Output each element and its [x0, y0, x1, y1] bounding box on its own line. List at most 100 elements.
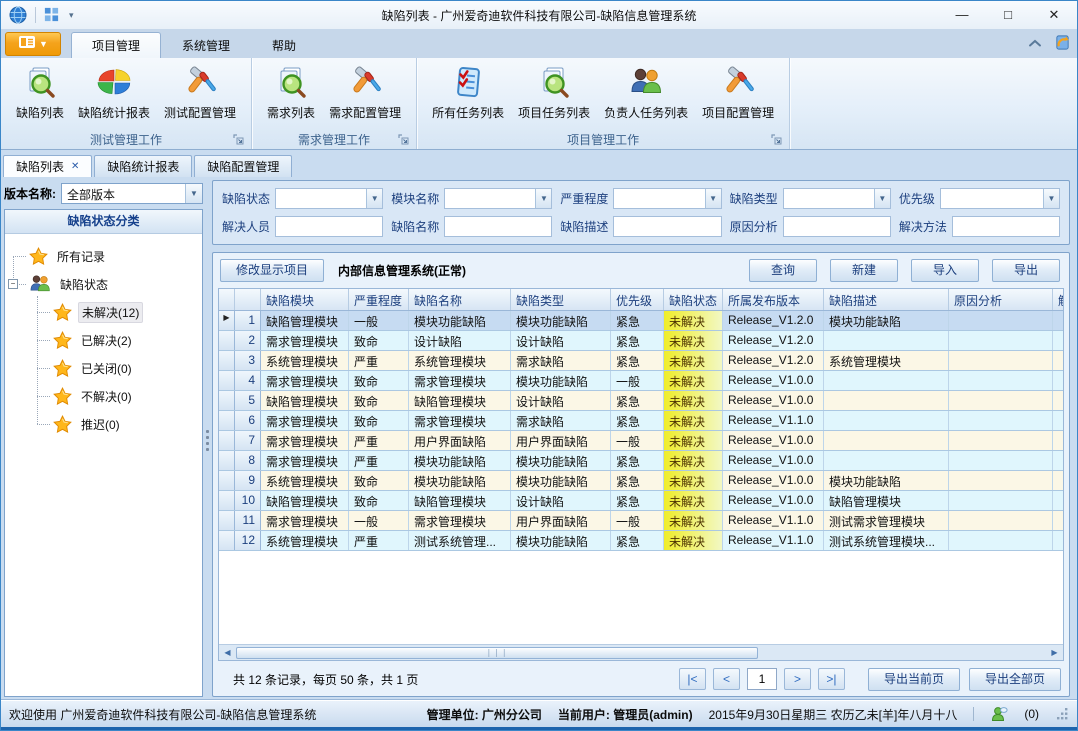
export-all-pages-button[interactable]: 导出全部页: [969, 668, 1061, 691]
dialog-launcher-icon[interactable]: [233, 134, 244, 145]
defect-status-filter-input[interactable]: [276, 189, 366, 208]
table-row[interactable]: 12系统管理模块严重测试系统管理...模块功能缺陷紧急未解决Release_V1…: [219, 531, 1063, 551]
tree-item-未解决(12)[interactable]: 未解决(12): [5, 298, 202, 326]
close-button[interactable]: ✕: [1031, 1, 1077, 29]
horizontal-scrollbar[interactable]: ◀ ❘❘❘ ▶: [219, 644, 1063, 660]
defect-name-filter[interactable]: [444, 216, 552, 237]
ribbon-button-需求列表[interactable]: 需求列表: [260, 63, 322, 123]
table-row[interactable]: 11需求管理模块一般需求管理模块用户界面缺陷一般未解决Release_V1.1.…: [219, 511, 1063, 531]
solution-filter[interactable]: [952, 216, 1060, 237]
solution-filter-input[interactable]: [953, 217, 1059, 236]
grid-column-header-缺陷状态[interactable]: 缺陷状态: [664, 289, 723, 310]
table-row[interactable]: 10缺陷管理模块致命缺陷管理模块设计缺陷紧急未解决Release_V1.0.0缺…: [219, 491, 1063, 511]
tree-item-不解决(0)[interactable]: 不解决(0): [5, 382, 202, 410]
chevron-down-icon[interactable]: ▼: [874, 189, 890, 208]
grid-column-header-严重程度[interactable]: 严重程度: [349, 289, 409, 310]
menu-tab-项目管理[interactable]: 项目管理: [71, 32, 161, 58]
grid-column-header-缺陷描述[interactable]: 缺陷描述: [824, 289, 949, 310]
defect-name-filter-input[interactable]: [445, 217, 551, 236]
ribbon-button-项目任务列表[interactable]: 项目任务列表: [511, 63, 597, 123]
doc-tab-缺陷配置管理[interactable]: 缺陷配置管理: [194, 155, 292, 177]
table-row[interactable]: 3系统管理模块严重系统管理模块需求缺陷紧急未解决Release_V1.2.0系统…: [219, 351, 1063, 371]
ribbon-button-缺陷统计报表[interactable]: 缺陷统计报表: [71, 63, 157, 123]
modify-columns-button[interactable]: 修改显示项目: [220, 259, 324, 282]
version-select[interactable]: 全部版本 ▼: [61, 183, 203, 204]
application-menu-button[interactable]: ▼: [5, 32, 61, 56]
chevron-down-icon[interactable]: ▼: [185, 184, 202, 203]
resize-grip[interactable]: [1057, 708, 1069, 720]
doc-tab-缺陷统计报表[interactable]: 缺陷统计报表: [94, 155, 192, 177]
chevron-down-icon[interactable]: ▼: [535, 189, 551, 208]
minimize-button[interactable]: —: [939, 1, 985, 29]
splitter-handle[interactable]: [203, 180, 212, 700]
tree-item-所有记录[interactable]: 所有记录: [5, 242, 202, 270]
table-row[interactable]: 8需求管理模块严重模块功能缺陷模块功能缺陷紧急未解决Release_V1.0.0: [219, 451, 1063, 471]
menu-tab-系统管理[interactable]: 系统管理: [161, 32, 251, 58]
severity-filter-input[interactable]: [614, 189, 704, 208]
table-row[interactable]: 7需求管理模块严重用户界面缺陷用户界面缺陷一般未解决Release_V1.0.0: [219, 431, 1063, 451]
table-row[interactable]: 5缺陷管理模块致命缺陷管理模块设计缺陷紧急未解决Release_V1.0.0: [219, 391, 1063, 411]
ribbon-button-所有任务列表[interactable]: 所有任务列表: [425, 63, 511, 123]
page-number-input[interactable]: [747, 668, 777, 690]
table-row[interactable]: 4需求管理模块致命需求管理模块模块功能缺陷一般未解决Release_V1.0.0: [219, 371, 1063, 391]
menu-tab-帮助[interactable]: 帮助: [251, 32, 317, 58]
layout-grid-icon[interactable]: [43, 6, 61, 24]
search-button[interactable]: 查询: [749, 259, 817, 282]
tree-expander-icon[interactable]: −: [8, 279, 18, 289]
prev-page-button[interactable]: <: [713, 668, 740, 690]
table-row[interactable]: 9系统管理模块致命模块功能缺陷模块功能缺陷紧急未解决Release_V1.0.0…: [219, 471, 1063, 491]
table-row[interactable]: 6需求管理模块致命需求管理模块需求缺陷紧急未解决Release_V1.1.0: [219, 411, 1063, 431]
dialog-launcher-icon[interactable]: [771, 134, 782, 145]
scrollbar-thumb[interactable]: ❘❘❘: [236, 647, 758, 659]
priority-filter[interactable]: ▼: [940, 188, 1060, 209]
module-name-filter[interactable]: ▼: [444, 188, 552, 209]
defect-desc-filter[interactable]: [613, 216, 721, 237]
chevron-down-icon[interactable]: ▼: [1043, 189, 1059, 208]
scroll-right-icon[interactable]: ▶: [1047, 648, 1062, 657]
cause-analysis-filter[interactable]: [783, 216, 891, 237]
tree-item-推迟(0)[interactable]: 推迟(0): [5, 410, 202, 438]
help-icon[interactable]: [1054, 34, 1071, 54]
ribbon-button-项目配置管理[interactable]: 项目配置管理: [695, 63, 781, 123]
module-name-filter-input[interactable]: [445, 189, 535, 208]
grid-column-header-缺陷类型[interactable]: 缺陷类型: [511, 289, 611, 310]
grid-column-header-优先级[interactable]: 优先级: [611, 289, 664, 310]
ribbon-button-负责人任务列表[interactable]: 负责人任务列表: [597, 63, 695, 123]
grid-column-header-缺陷模块[interactable]: 缺陷模块: [261, 289, 349, 310]
quick-access-caret-icon[interactable]: ▾: [69, 10, 74, 21]
defect-status-filter[interactable]: ▼: [275, 188, 383, 209]
maximize-button[interactable]: □: [985, 1, 1031, 29]
export-current-page-button[interactable]: 导出当前页: [868, 668, 960, 691]
close-tab-icon[interactable]: ✕: [71, 157, 79, 177]
chevron-down-icon[interactable]: ▼: [366, 189, 382, 208]
scroll-left-icon[interactable]: ◀: [220, 648, 235, 657]
severity-filter[interactable]: ▼: [613, 188, 721, 209]
defect-type-filter-input[interactable]: [784, 189, 874, 208]
priority-filter-input[interactable]: [941, 189, 1043, 208]
tree-item-缺陷状态[interactable]: −缺陷状态: [5, 270, 202, 298]
chevron-down-icon[interactable]: ▼: [705, 189, 721, 208]
table-row[interactable]: ▶1缺陷管理模块一般模块功能缺陷模块功能缺陷紧急未解决Release_V1.2.…: [219, 311, 1063, 331]
resolver-filter-input[interactable]: [276, 217, 382, 236]
resolver-filter[interactable]: [275, 216, 383, 237]
table-row[interactable]: 2需求管理模块致命设计缺陷设计缺陷紧急未解决Release_V1.2.0: [219, 331, 1063, 351]
export-button[interactable]: 导出: [992, 259, 1060, 282]
first-page-button[interactable]: |<: [679, 668, 706, 690]
grid-column-header-原因分析[interactable]: 原因分析: [949, 289, 1053, 310]
doc-tab-缺陷列表[interactable]: 缺陷列表✕: [3, 155, 92, 177]
grid-column-header-解决方法[interactable]: 解决方法: [1053, 289, 1063, 310]
grid-column-header-所属发布版本[interactable]: 所属发布版本: [723, 289, 824, 310]
new-button[interactable]: 新建: [830, 259, 898, 282]
tree-item-已解决(2)[interactable]: 已解决(2): [5, 326, 202, 354]
ribbon-button-需求配置管理[interactable]: 需求配置管理: [322, 63, 408, 123]
defect-type-filter[interactable]: ▼: [783, 188, 891, 209]
defect-desc-filter-input[interactable]: [614, 217, 720, 236]
next-page-button[interactable]: >: [784, 668, 811, 690]
dialog-launcher-icon[interactable]: [398, 134, 409, 145]
tree-item-已关闭(0)[interactable]: 已关闭(0): [5, 354, 202, 382]
grid-column-header-缺陷名称[interactable]: 缺陷名称: [409, 289, 511, 310]
ribbon-button-缺陷列表[interactable]: 缺陷列表: [9, 63, 71, 123]
collapse-ribbon-icon[interactable]: [1028, 37, 1042, 51]
ribbon-button-测试配置管理[interactable]: 测试配置管理: [157, 63, 243, 123]
last-page-button[interactable]: >|: [818, 668, 845, 690]
